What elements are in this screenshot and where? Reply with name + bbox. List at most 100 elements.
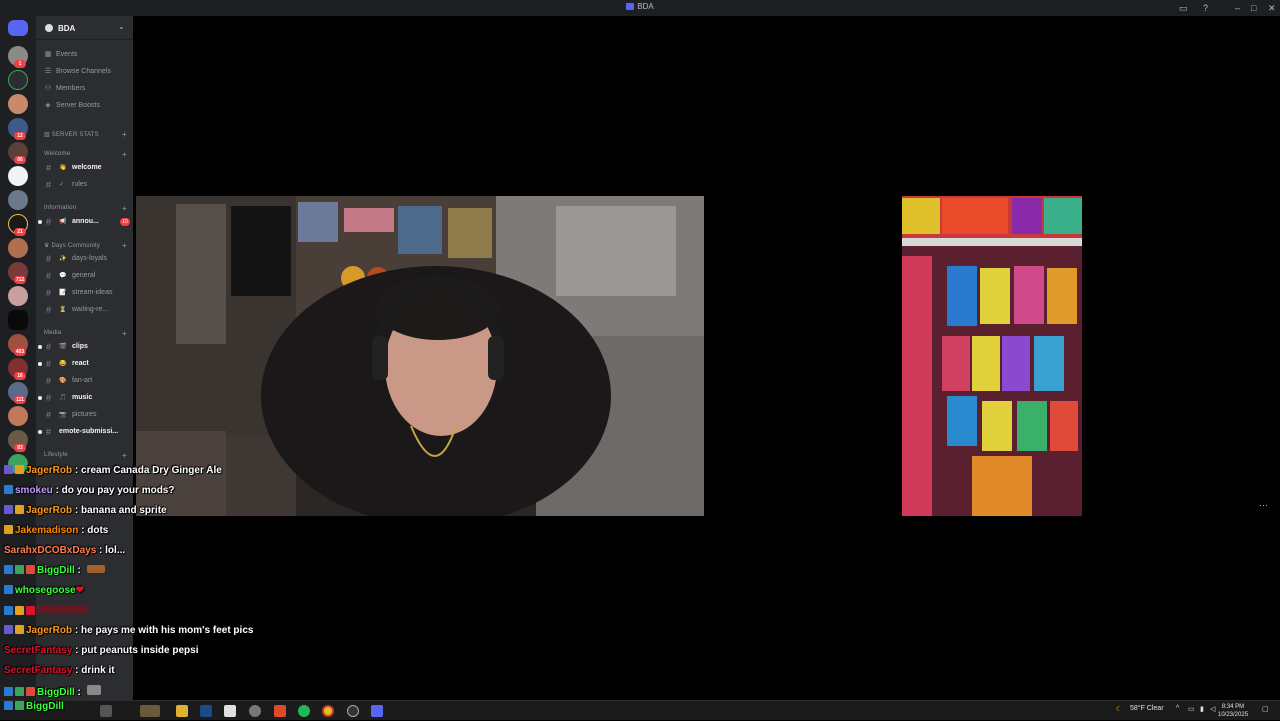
chat-message: SarahxDCOBxDays : lol...: [4, 545, 125, 565]
channel-name: rules: [72, 181, 88, 188]
clock[interactable]: 8:34 PM 10/23/2025: [1218, 703, 1248, 719]
channel-general[interactable]: # 💬 general: [44, 269, 128, 283]
notifications-icon[interactable]: ▢: [1262, 705, 1269, 713]
server-icon[interactable]: [8, 286, 28, 306]
server-icon[interactable]: [8, 406, 28, 426]
channel-fan-art[interactable]: # 🎨 fan-art: [44, 374, 128, 388]
chat-text: : banana and sprite: [72, 505, 167, 516]
chrome-icon[interactable]: [322, 705, 334, 717]
network-icon[interactable]: ▭: [1188, 705, 1195, 713]
channel-react[interactable]: # 😂 react: [38, 357, 128, 371]
heart-icon: ❤: [75, 585, 84, 596]
category-label: Days Community: [51, 243, 100, 249]
settings-icon[interactable]: [249, 705, 261, 717]
close-icon[interactable]: ✕: [1268, 2, 1276, 14]
emote-icon: [86, 685, 101, 695]
category-information[interactable]: Information +: [44, 204, 127, 213]
channel-name: general: [72, 272, 96, 279]
server-icon[interactable]: [8, 190, 28, 210]
server-badge: 21: [14, 228, 26, 236]
badge-icon: [26, 606, 35, 615]
more-options-icon[interactable]: ⋯: [1259, 500, 1268, 511]
server-badge: 16: [14, 372, 26, 380]
channel-name: pictures: [72, 411, 97, 418]
steam-icon[interactable]: [200, 705, 212, 717]
channel-announcements[interactable]: # 📢 annou... 10: [38, 215, 130, 229]
file-explorer-icon[interactable]: [176, 705, 188, 717]
server-badge: 1: [14, 60, 26, 68]
server-badge: 12: [14, 132, 26, 140]
chat-text: : dots: [78, 525, 109, 536]
discord-icon[interactable]: [371, 705, 383, 717]
mic-icon[interactable]: ▮: [1200, 705, 1204, 713]
browse-channels-item[interactable]: ☰ Browse Channels: [44, 67, 111, 75]
chevron-down-icon[interactable]: ⌄: [118, 22, 125, 31]
clock-app-icon[interactable]: [347, 705, 359, 717]
discord-home-icon[interactable]: [8, 20, 28, 36]
channel-waiting-room[interactable]: # ⏳ waiting-re...: [44, 303, 128, 317]
channel-emote-submissions[interactable]: # emote-submissi...: [38, 425, 128, 439]
server-icon: [45, 24, 53, 32]
channel-name: stream-ideas: [72, 289, 113, 296]
maximize-icon[interactable]: □: [1251, 2, 1256, 14]
server-icon[interactable]: [8, 310, 28, 330]
add-channel-icon[interactable]: +: [122, 130, 127, 139]
server-boosts-item[interactable]: ◈ Server Boosts: [44, 101, 100, 109]
browse-icon: ☰: [44, 68, 52, 75]
add-channel-icon[interactable]: +: [122, 451, 127, 460]
channel-music[interactable]: # 🎵 music: [38, 391, 128, 405]
help-icon[interactable]: ?: [1203, 2, 1208, 14]
minimize-icon[interactable]: –: [1235, 2, 1240, 14]
server-header[interactable]: BDA ⌄: [36, 16, 133, 40]
badge-icon: [4, 465, 13, 474]
server-badge: 86: [14, 156, 26, 164]
clock-date: 10/23/2025: [1218, 712, 1249, 718]
members-icon: ⚇: [44, 85, 52, 92]
server-badge: 712: [14, 276, 26, 284]
taskbar-app-icon[interactable]: [140, 705, 160, 717]
hash-icon: #: [46, 359, 52, 369]
channel-rules[interactable]: # ✓ rules: [44, 178, 128, 192]
hash-icon: #: [46, 393, 52, 403]
add-channel-icon[interactable]: +: [122, 204, 127, 213]
chat-username: SecretFantasy: [4, 645, 73, 656]
inbox-icon[interactable]: ▭: [1179, 2, 1188, 14]
category-media[interactable]: Media +: [44, 329, 127, 338]
chat-username: JagerRob: [26, 465, 73, 476]
events-item[interactable]: ▦ Events: [44, 50, 78, 58]
menu-label: Server Boosts: [56, 102, 100, 109]
chat-username: BiggDill: [37, 565, 75, 576]
badge-icon: [4, 701, 13, 710]
add-channel-icon[interactable]: +: [122, 329, 127, 338]
add-channel-icon[interactable]: +: [122, 150, 127, 159]
chat-text: : he pays me with his mom's feet pics: [72, 625, 254, 636]
server-icon[interactable]: [8, 70, 28, 90]
channel-pictures[interactable]: # 📷 pictures: [44, 408, 128, 422]
channel-days-loyals[interactable]: # ✨ days-loyals: [44, 252, 128, 266]
category-lifestyle[interactable]: Lifestyle +: [44, 451, 127, 460]
channel-name: welcome: [72, 164, 102, 171]
weather-text[interactable]: 58°F Clear: [1130, 705, 1164, 712]
taskbar-app-icon[interactable]: [100, 705, 112, 717]
server-icon[interactable]: [8, 166, 28, 186]
category-label: Information: [44, 205, 77, 211]
tray-chevron-icon[interactable]: ^: [1176, 705, 1179, 712]
server-icon[interactable]: [8, 94, 28, 114]
chat-username: JagerRob: [26, 625, 73, 636]
chat-username: BiggDill: [26, 701, 64, 712]
chat-text: : do you pay your mods?: [52, 485, 175, 496]
add-channel-icon[interactable]: +: [122, 241, 127, 250]
taskbar-app-icon[interactable]: [224, 705, 236, 717]
spotify-icon[interactable]: [298, 705, 310, 717]
members-item[interactable]: ⚇ Members: [44, 84, 85, 92]
volume-icon[interactable]: ◁: [1210, 705, 1215, 713]
server-icon[interactable]: [8, 238, 28, 258]
brave-icon[interactable]: [274, 705, 286, 717]
channel-stream-ideas[interactable]: # 📝 stream-ideas: [44, 286, 128, 300]
category-days-community[interactable]: ♛ Days Community +: [44, 241, 127, 250]
channel-welcome[interactable]: # 👋 welcome: [44, 161, 128, 175]
channel-clips[interactable]: # 🎬 clips: [38, 340, 128, 354]
category-server-stats[interactable]: ▥ SERVER STATS +: [44, 130, 127, 139]
candy-video[interactable]: [902, 196, 1082, 516]
category-welcome[interactable]: Welcome +: [44, 150, 127, 159]
